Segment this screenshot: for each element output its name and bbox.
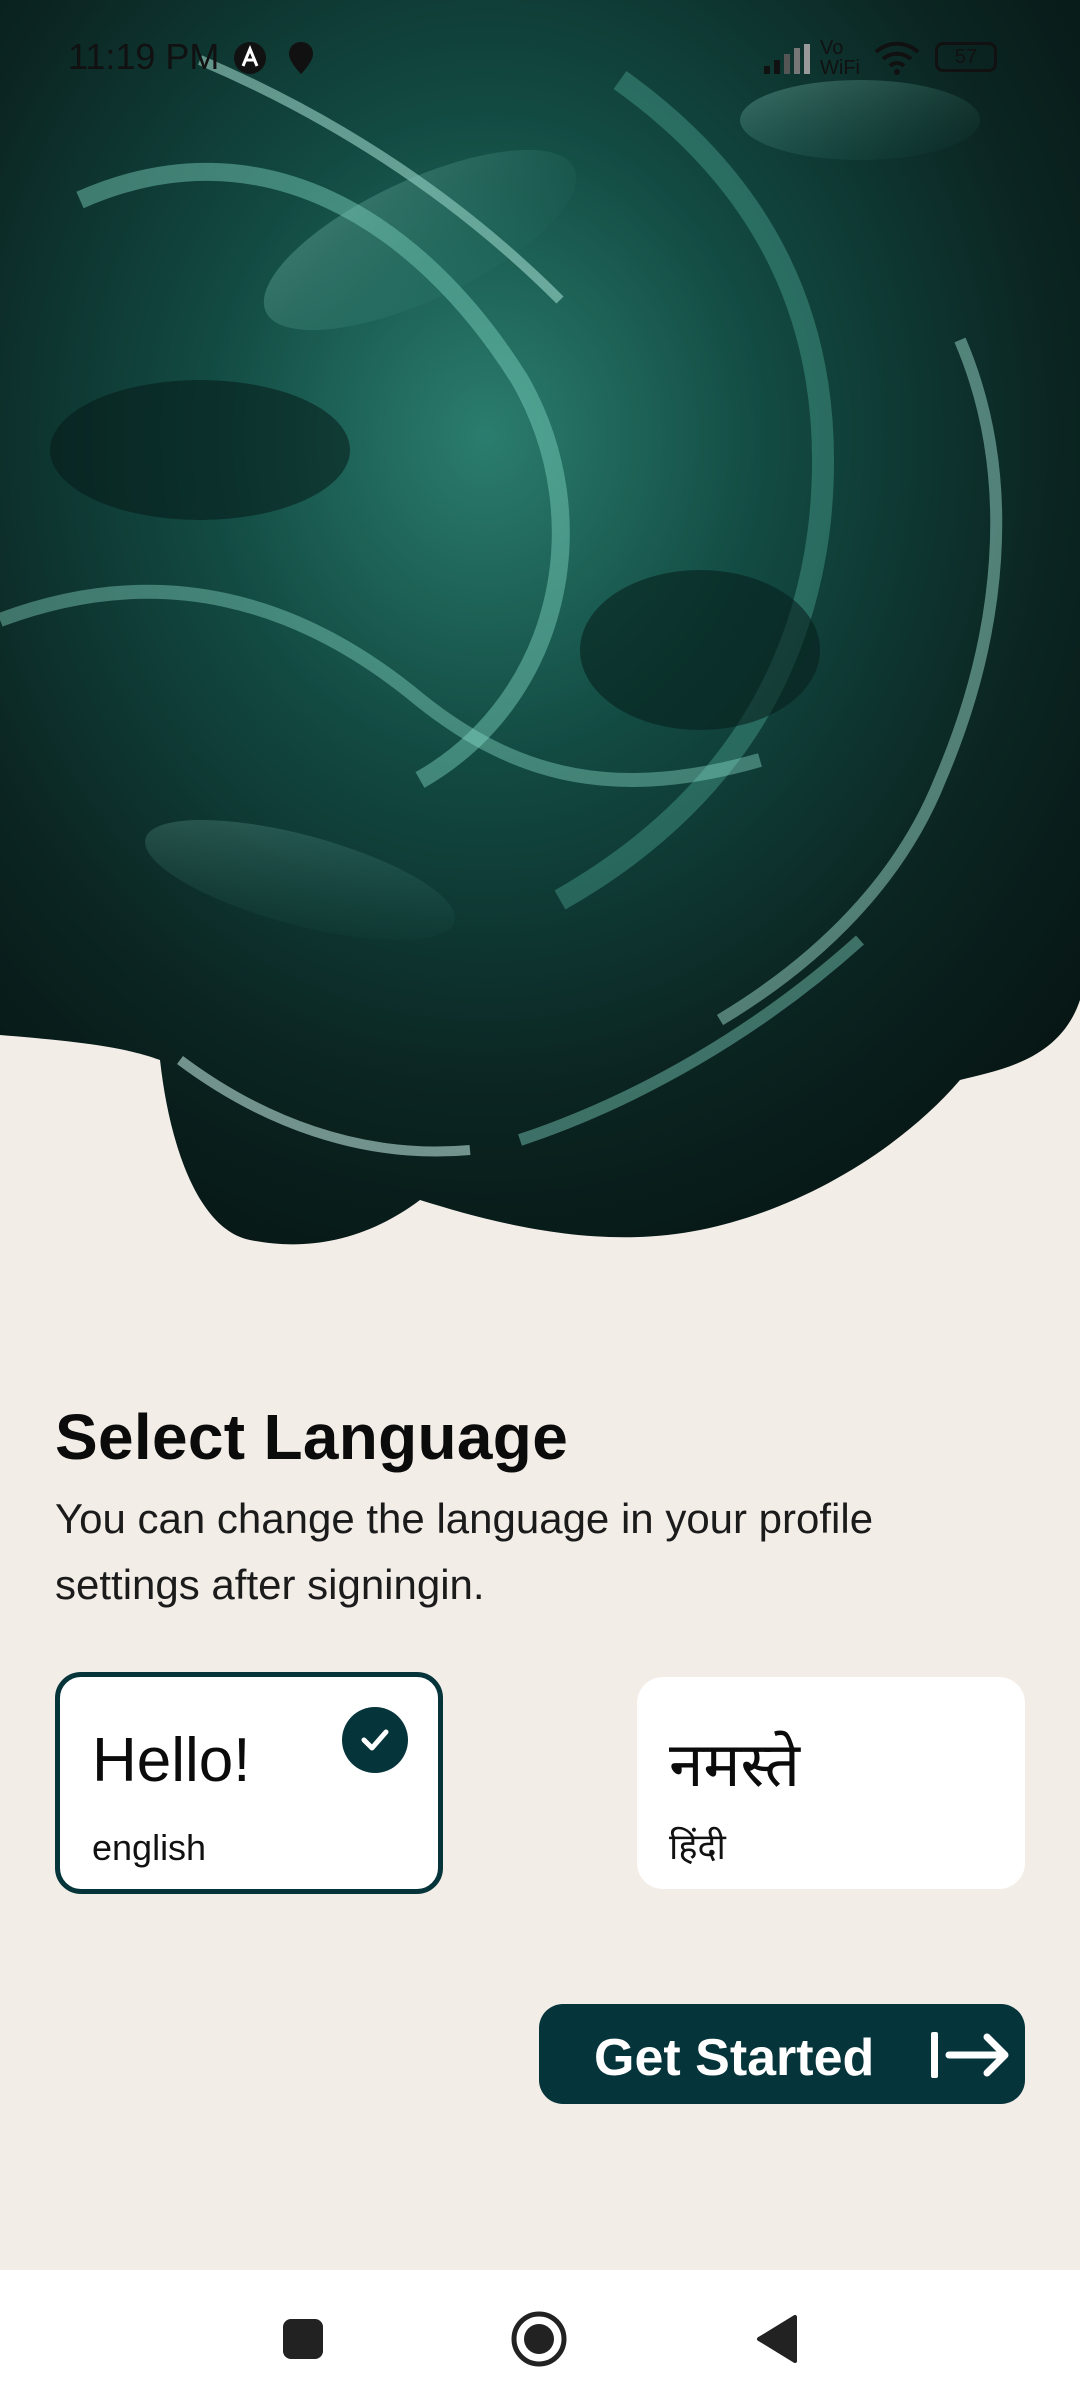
vowifi-label: Vo WiFi [820, 38, 860, 78]
hero-artwork [0, 0, 1080, 1260]
back-button[interactable] [742, 2306, 812, 2376]
navigation-app-icon [232, 40, 268, 81]
battery-icon: 57 [935, 42, 997, 72]
circle-icon [509, 2309, 569, 2374]
language-greeting: Hello! [92, 1726, 251, 1795]
location-pin-icon [286, 40, 316, 81]
page-title: Select Language [55, 1401, 569, 1473]
vowifi-bottom: WiFi [820, 57, 860, 79]
get-started-button[interactable]: Get Started [539, 2004, 1025, 2104]
page-subtitle: You can change the language in your prof… [55, 1495, 874, 1608]
system-navigation-bar [0, 2270, 1080, 2400]
language-option-hindi[interactable]: नमस्ते हिंदी [637, 1677, 1025, 1889]
arrow-right-to-bar-icon [925, 2028, 1017, 2085]
language-name: english [92, 1827, 207, 1868]
language-name: हिंदी [669, 1826, 726, 1867]
vowifi-top: Vo [820, 37, 844, 59]
language-option-english[interactable]: Hello! english [55, 1672, 443, 1894]
wifi-icon [874, 40, 920, 81]
status-bar: 11:19 PM Vo WiFi 57 [0, 0, 1080, 120]
get-started-label: Get Started [594, 2029, 875, 2087]
signal-icon [764, 44, 812, 79]
square-icon [281, 2317, 325, 2366]
battery-level: 57 [935, 42, 997, 72]
recent-apps-button[interactable] [268, 2306, 338, 2376]
home-button[interactable] [504, 2306, 574, 2376]
check-icon [342, 1707, 408, 1773]
triangle-back-icon [755, 2314, 799, 2369]
language-greeting: नमस्ते [669, 1731, 800, 1800]
status-time: 11:19 PM [68, 36, 220, 77]
